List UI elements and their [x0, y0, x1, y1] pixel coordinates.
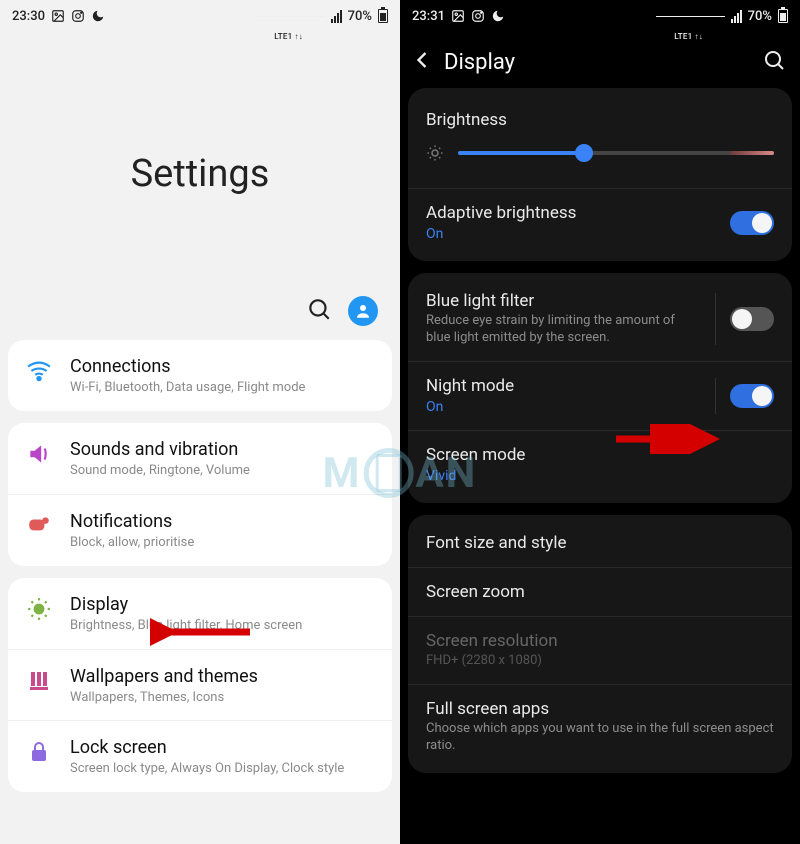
- brightness-slider[interactable]: [458, 151, 774, 155]
- network-indicator: VoI 4G RLTE1 ↑↓: [256, 0, 324, 55]
- page-title: Settings: [0, 32, 400, 196]
- settings-screen: 23:30 VoI 4G RLTE1 ↑↓ 70% Settings Conne…: [0, 0, 400, 844]
- wallpaper-icon: [26, 668, 52, 694]
- row-title: Wallpapers and themes: [70, 666, 374, 687]
- row-sub: Vivid: [426, 467, 774, 485]
- display-screen: 23:31 VoI 4G RLTE1 ↑↓ 70% Display Bright…: [400, 0, 800, 844]
- status-bar: 23:30 VoI 4G RLTE1 ↑↓ 70%: [0, 0, 400, 32]
- night-mode-toggle[interactable]: [730, 384, 774, 408]
- image-icon: [451, 9, 465, 23]
- instagram-icon: [71, 9, 85, 23]
- settings-row-connections[interactable]: Connections Wi-Fi, Bluetooth, Data usage…: [8, 340, 392, 411]
- sun-icon: [426, 144, 444, 162]
- battery-text: 70%: [748, 9, 772, 24]
- battery-icon: [778, 9, 788, 23]
- back-icon[interactable]: [408, 46, 436, 78]
- status-time: 23:31: [412, 9, 445, 24]
- signal-icon: [731, 10, 742, 23]
- row-title: Full screen apps: [426, 699, 774, 719]
- brightness-row: Brightness: [408, 92, 792, 188]
- sound-icon: [26, 441, 52, 467]
- battery-text: 70%: [348, 9, 372, 24]
- row-sub: Wallpapers, Themes, Icons: [70, 690, 374, 707]
- adaptive-brightness-row[interactable]: Adaptive brightness On: [408, 188, 792, 257]
- row-sub: On: [426, 398, 705, 416]
- row-sub: On: [426, 225, 720, 243]
- row-title: Font size and style: [426, 533, 774, 553]
- watermark: MM ANAN: [323, 448, 478, 498]
- status-time: 23:30: [12, 9, 45, 24]
- blue-light-row[interactable]: Blue light filter Reduce eye strain by l…: [408, 277, 792, 361]
- row-title: Adaptive brightness: [426, 203, 720, 223]
- row-title: Night mode: [426, 376, 705, 396]
- row-title: Screen zoom: [426, 582, 774, 602]
- settings-row-wallpapers[interactable]: Wallpapers and themes Wallpapers, Themes…: [8, 649, 392, 721]
- lock-icon: [26, 739, 52, 765]
- adaptive-brightness-toggle[interactable]: [730, 211, 774, 235]
- row-sub: Wi-Fi, Bluetooth, Data usage, Flight mod…: [70, 380, 374, 397]
- row-title: Screen resolution: [426, 631, 774, 651]
- display-icon: [26, 596, 52, 622]
- fullscreen-row[interactable]: Full screen apps Choose which apps you w…: [408, 684, 792, 769]
- row-title: Notifications: [70, 511, 374, 532]
- row-title: Screen mode: [426, 445, 774, 465]
- row-title: Blue light filter: [426, 291, 705, 311]
- settings-row-notifications[interactable]: Notifications Block, allow, prioritise: [8, 494, 392, 566]
- settings-row-lockscreen[interactable]: Lock screen Screen lock type, Always On …: [8, 720, 392, 792]
- blue-light-toggle[interactable]: [730, 307, 774, 331]
- search-icon[interactable]: [762, 48, 786, 76]
- wifi-icon: [26, 358, 52, 384]
- row-title: Connections: [70, 356, 374, 377]
- avatar[interactable]: [348, 296, 378, 326]
- row-title: Lock screen: [70, 737, 374, 758]
- settings-row-display[interactable]: Display Brightness, Blue light filter, H…: [8, 578, 392, 649]
- notifications-icon: [26, 513, 52, 539]
- battery-icon: [378, 9, 388, 23]
- row-title: Display: [70, 594, 374, 615]
- row-sub: Screen lock type, Always On Display, Clo…: [70, 761, 374, 778]
- row-sub: Choose which apps you want to use in the…: [426, 721, 774, 755]
- row-sub: Block, allow, prioritise: [70, 535, 374, 552]
- image-icon: [51, 9, 65, 23]
- night-mode-row[interactable]: Night mode On: [408, 361, 792, 430]
- network-indicator: VoI 4G RLTE1 ↑↓: [656, 0, 724, 55]
- row-sub: Brightness, Blue light filter, Home scre…: [70, 618, 374, 635]
- row-title: Brightness: [426, 110, 774, 130]
- status-bar: 23:31 VoI 4G RLTE1 ↑↓ 70%: [400, 0, 800, 32]
- zoom-row[interactable]: Screen zoom: [408, 567, 792, 616]
- instagram-icon: [471, 9, 485, 23]
- font-row[interactable]: Font size and style: [408, 519, 792, 567]
- search-icon[interactable]: [306, 296, 332, 326]
- signal-icon: [331, 10, 342, 23]
- resolution-row[interactable]: Screen resolution FHD+ (2280 x 1080): [408, 616, 792, 684]
- moon-icon: [91, 9, 105, 23]
- row-sub: FHD+ (2280 x 1080): [426, 653, 774, 670]
- row-sub: Reduce eye strain by limiting the amount…: [426, 313, 676, 347]
- moon-icon: [491, 9, 505, 23]
